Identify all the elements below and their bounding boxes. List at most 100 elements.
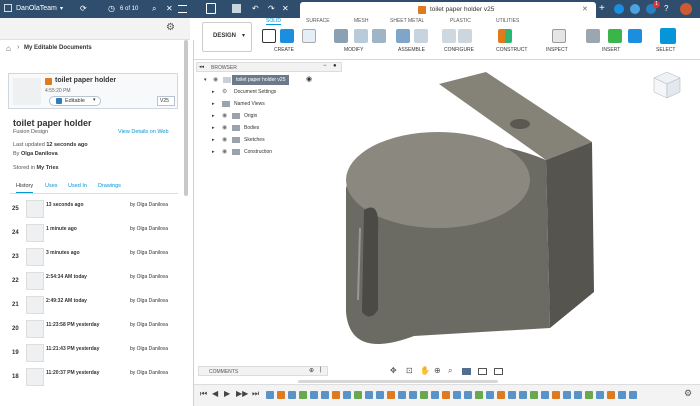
configure-icon[interactable] [458,29,472,43]
collapse-icon[interactable]: ◂◂ [199,64,204,70]
list-item[interactable]: 18 11:20:37 PM yesterday by Olga Danilov… [10,366,175,390]
document-tab[interactable]: toilet paper holder v25 ✕ [300,2,596,18]
extrude-icon[interactable] [280,29,294,43]
grid-settings-icon[interactable] [478,368,487,375]
list-item[interactable]: 22 2:54:34 AM today by Olga Danilova [10,270,175,294]
chevron-right-icon[interactable]: ▸ [212,98,215,110]
chevron-right-icon[interactable]: ▸ [212,146,215,158]
eye-icon[interactable]: ◉ [213,74,218,86]
app-menu-icon[interactable] [178,5,187,13]
shell-icon[interactable] [372,29,386,43]
create-menu[interactable]: CREATE [274,47,294,53]
timeline-feature[interactable] [530,391,538,399]
create-sketch-icon[interactable] [262,29,276,43]
assemble-menu[interactable]: ASSEMBLE [398,47,425,53]
help-icon[interactable]: ? [664,0,668,18]
view-details-link[interactable]: View Details on Web [118,129,169,135]
chevron-right-icon[interactable]: ▸ [212,134,215,146]
close-icon[interactable]: ✕ [282,0,289,18]
home-icon[interactable]: ⌂ [6,44,11,53]
close-icon[interactable]: ✕ [166,0,173,18]
timeline-feature[interactable] [365,391,373,399]
timeline-feature[interactable] [618,391,626,399]
minimize-icon[interactable]: − [323,63,327,69]
select-menu[interactable]: SELECT [656,47,675,53]
list-item[interactable]: 25 13 seconds ago by Olga Danilova [10,198,175,222]
data-panel-scrollbar[interactable] [184,40,188,196]
list-item[interactable]: 24 1 minute ago by Olga Danilova [10,222,175,246]
timeline-feature[interactable] [288,391,296,399]
design-canvas[interactable]: ◂◂ BROWSER − ● ▾ ◉ toilet paper holder v… [194,60,700,406]
timeline-feature[interactable] [442,391,450,399]
list-item[interactable]: 23 3 minutes ago by Olga Danilova [10,246,175,270]
skip-forward-icon[interactable]: ⏭ [252,389,259,399]
inspect-menu[interactable]: INSPECT [546,47,568,53]
minimize-icon[interactable]: | [320,367,322,373]
timeline-feature[interactable] [519,391,527,399]
browser-item-origin[interactable]: ▸ ◉ Origin [212,110,332,122]
undo-icon[interactable]: ↶ [252,0,259,18]
display-settings-icon[interactable] [462,368,471,375]
browser-item-bodies[interactable]: ▸ ◉ Bodies [212,122,332,134]
browser-item-named-views[interactable]: ▸ Named Views [212,98,332,110]
skip-back-icon[interactable]: ⏮ [200,389,207,399]
measure-icon[interactable] [552,29,566,43]
tab-plastic[interactable]: PLASTIC [450,18,471,24]
list-item[interactable]: 21 2:49:32 AM today by Olga Danilova [10,294,175,318]
timeline-feature[interactable] [420,391,428,399]
zoom-icon[interactable]: ⊕ [434,366,441,375]
list-item[interactable]: 19 11:21:43 PM yesterday by Olga Danilov… [10,342,175,366]
timeline-feature[interactable] [563,391,571,399]
parameters-icon[interactable] [442,29,456,43]
tab-solid[interactable]: SOLID [266,18,282,25]
save-icon[interactable] [232,4,241,13]
workspace-switcher[interactable]: DESIGN ▾ [202,22,252,52]
chevron-down-icon[interactable]: ▾ [204,74,207,86]
document-card[interactable]: toilet paper holder 4:55:20 PM Editable … [8,73,178,109]
timeline-feature[interactable] [574,391,582,399]
timeline-feature[interactable] [541,391,549,399]
tab-sheet-metal[interactable]: SHEET METAL [390,18,424,24]
insert-derive-icon[interactable] [586,29,600,43]
timeline-feature[interactable] [486,391,494,399]
editable-dropdown[interactable]: Editable ▾ [49,96,101,106]
timeline-feature[interactable] [376,391,384,399]
timeline-feature[interactable] [321,391,329,399]
file-menu-icon[interactable] [206,3,216,14]
tab-used-in[interactable]: Used In [68,183,87,189]
timeline-feature[interactable] [464,391,472,399]
timeline-feature[interactable] [497,391,505,399]
fillet-icon[interactable] [354,29,368,43]
new-tab-icon[interactable]: + [599,0,605,18]
fit-icon[interactable]: ⌕ [448,366,452,376]
timeline-feature[interactable] [332,391,340,399]
chevron-down-icon[interactable]: ▾ [60,0,63,18]
configure-menu[interactable]: CONFIGURE [444,47,474,53]
timeline-feature[interactable] [607,391,615,399]
gear-icon[interactable]: ⚙ [684,388,692,399]
view-cube[interactable] [652,70,682,100]
timeline-scroll-track[interactable] [298,380,498,383]
view-cube-icon[interactable] [652,70,682,100]
refresh-icon[interactable]: ⟳ [80,0,87,18]
play-icon[interactable]: ▶ [224,389,230,398]
new-component-icon[interactable] [396,29,410,43]
joint-icon[interactable] [414,29,428,43]
viewports-icon[interactable] [494,368,503,375]
timeline-feature[interactable] [552,391,560,399]
timeline-feature[interactable] [629,391,637,399]
chevron-right-icon[interactable]: ▸ [212,86,215,98]
timeline-feature[interactable] [299,391,307,399]
browser-root-item[interactable]: ▾ ◉ toilet paper holder v25 ◉ [204,74,316,86]
tab-drawings[interactable]: Drawings [98,183,121,189]
press-pull-icon[interactable] [334,29,348,43]
team-name[interactable]: DanOlaTeam [16,0,57,18]
job-status-icon[interactable] [630,4,640,14]
timeline-feature[interactable] [354,391,362,399]
close-tab-icon[interactable]: ✕ [582,2,588,18]
timeline-feature[interactable] [266,391,274,399]
timeline-feature[interactable] [409,391,417,399]
timeline-feature[interactable] [453,391,461,399]
add-comment-icon[interactable]: ⊕ [309,367,314,374]
clock-icon[interactable]: ◷ [108,0,115,18]
